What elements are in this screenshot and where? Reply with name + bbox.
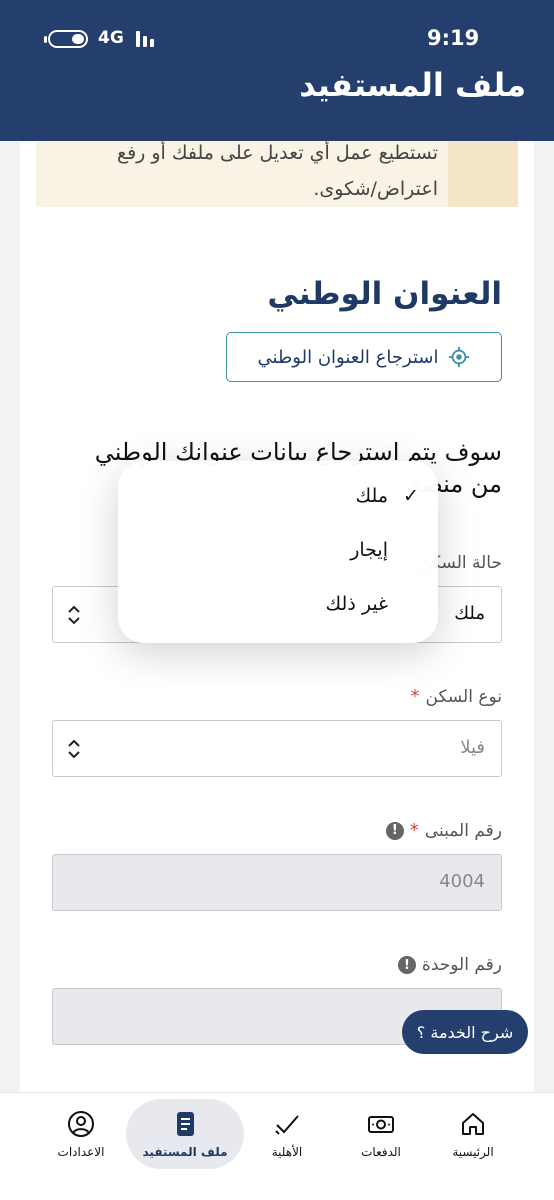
document-icon [177,1112,194,1136]
battery-icon [44,30,88,48]
app-header: 4G 9:19 ملف المستفيد [0,0,554,141]
housing-status-dropdown: ✓ ملك إيجار غير ذلك [118,461,438,643]
home-icon [462,1113,484,1135]
building-number-input: 4004 [52,854,502,911]
user-icon [68,1111,94,1137]
required-marker: * [410,686,420,707]
fetch-national-address-button[interactable]: استرجاع العنوان الوطني [226,332,502,382]
housing-type-select[interactable]: فيلا [52,720,502,777]
bottom-nav: الرئيسية الدفعات الأهلية ملف المستفيد ال… [0,1092,554,1200]
building-number-label: رقم المبنى * ! [385,820,502,841]
nav-eligibility[interactable]: الأهلية [228,1099,346,1169]
status-bar: 4G 9:19 [0,22,554,56]
select-chevron-icon [68,605,80,625]
info-icon[interactable]: ! [397,956,416,974]
dropdown-option-rent[interactable]: إيجار [350,539,388,561]
housing-type-label: نوع السكن * [410,686,502,707]
info-icon[interactable]: ! [385,821,404,840]
notice-banner: تستطيع عمل أي تعديل على ملفك أو رفع اعتر… [36,141,518,207]
required-marker: * [409,820,419,841]
unit-number-label: رقم الوحدة ! [397,955,502,975]
signal-icon [136,31,162,47]
nav-profile[interactable]: ملف المستفيد [126,1099,244,1169]
fetch-button-label: استرجاع العنوان الوطني [257,346,439,368]
page-title: ملف المستفيد [299,66,526,104]
checkmark-icon: ✓ [403,485,419,507]
service-help-button[interactable]: شرح الخدمة ؟ [402,1010,528,1054]
location-target-icon [449,346,470,368]
dropdown-option-other[interactable]: غير ذلك [326,593,388,615]
dropdown-option-own[interactable]: ملك [356,485,388,507]
nav-settings[interactable]: الاعدادات [22,1099,140,1169]
money-icon [368,1116,394,1133]
clock: 9:19 [427,26,480,50]
checkmark-icon [275,1115,299,1135]
select-chevron-icon [68,739,80,759]
network-type: 4G [98,28,124,48]
notice-text: تستطيع عمل أي تعديل على ملفك أو رفع اعتر… [116,142,438,200]
section-title: العنوان الوطني [267,276,502,312]
